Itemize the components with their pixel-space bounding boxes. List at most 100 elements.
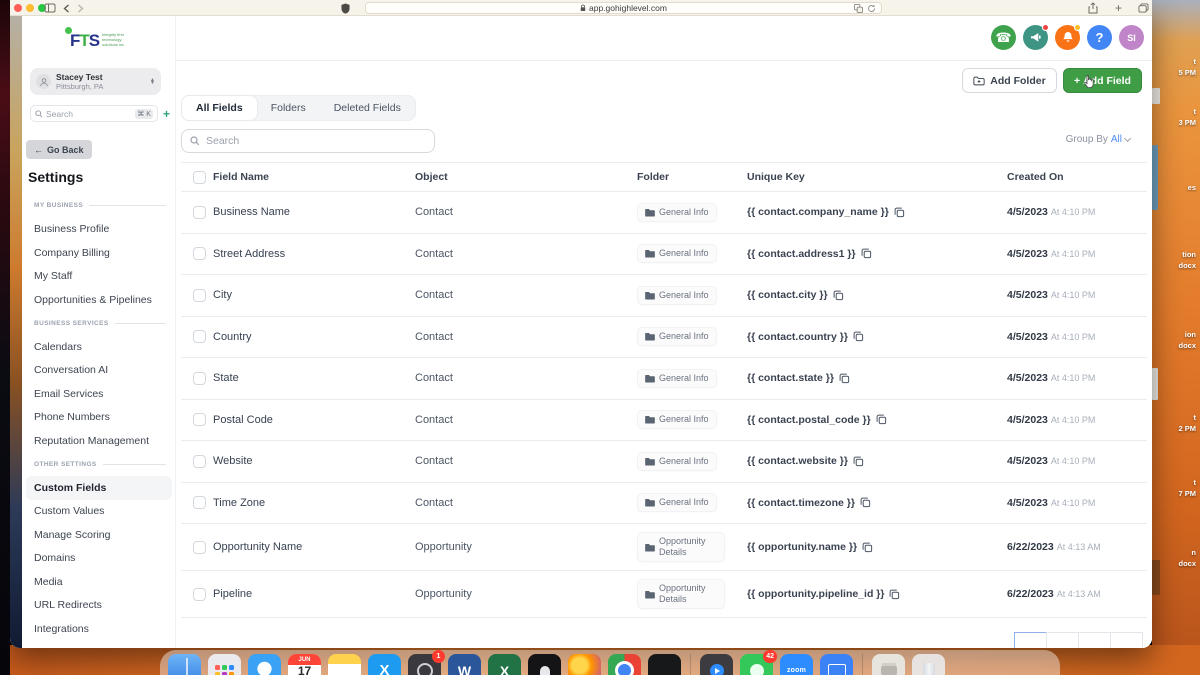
account-switcher[interactable]: Stacey Test Pittsburgh, PA ▲▼ (30, 68, 161, 95)
copy-icon[interactable] (839, 373, 850, 384)
back-icon[interactable] (63, 1, 70, 15)
sidebar-search-input[interactable]: Search ⌘ K (30, 105, 158, 122)
add-folder-button[interactable]: Add Folder (962, 68, 1057, 93)
copy-icon[interactable] (894, 207, 905, 218)
tab-folders[interactable]: Folders (257, 96, 320, 120)
share-icon[interactable] (1088, 1, 1098, 15)
row-checkbox[interactable] (193, 330, 206, 343)
go-back-button[interactable]: ← Go Back (26, 140, 92, 159)
tab-overview-icon[interactable] (1138, 1, 1149, 15)
chevron-down-icon[interactable] (1124, 135, 1131, 142)
row-checkbox[interactable] (193, 496, 206, 509)
add-field-button[interactable]: + Add Field (1063, 68, 1142, 93)
desktop-file-icon[interactable] (1152, 145, 1158, 210)
table-row[interactable]: PipelineOpportunityOpportunity Details{{… (181, 571, 1147, 618)
pagination-cell[interactable] (1014, 632, 1047, 648)
sidebar-item-integrations[interactable]: Integrations (22, 617, 176, 641)
table-row[interactable]: Business NameContactGeneral Info{{ conta… (181, 192, 1147, 234)
sidebar-item-company-billing[interactable]: Company Billing (22, 241, 176, 265)
table-row[interactable]: CityContactGeneral Info{{ contact.city }… (181, 275, 1147, 317)
copy-icon[interactable] (876, 414, 887, 425)
close-window-icon[interactable] (14, 4, 22, 12)
phone-icon[interactable]: ☎ (991, 25, 1016, 50)
tab-deleted-fields[interactable]: Deleted Fields (320, 96, 415, 120)
dock-icon-records[interactable]: 1 (408, 654, 441, 675)
row-checkbox[interactable] (193, 372, 206, 385)
add-icon[interactable]: + (163, 107, 170, 121)
dock-icon-screenshare[interactable] (820, 654, 853, 675)
sidebar-item-opportunities-pipelines[interactable]: Opportunities & Pipelines (22, 288, 176, 312)
table-row[interactable]: Opportunity NameOpportunityOpportunity D… (181, 524, 1147, 571)
dock-icon-remote[interactable] (528, 654, 561, 675)
row-checkbox[interactable] (193, 206, 206, 219)
dock-icon-safari[interactable] (248, 654, 281, 675)
copy-icon[interactable] (833, 290, 844, 301)
sidebar-item-domains[interactable]: Domains (22, 547, 176, 571)
user-avatar[interactable]: SI (1119, 25, 1144, 50)
dock-icon-trash[interactable] (912, 654, 945, 675)
megaphone-icon[interactable] (1023, 25, 1048, 50)
sidebar-item-my-staff[interactable]: My Staff (22, 265, 176, 289)
new-tab-icon[interactable]: + (1115, 1, 1122, 15)
dock-icon-excel[interactable]: X (488, 654, 521, 675)
row-checkbox[interactable] (193, 289, 206, 302)
help-icon[interactable]: ? (1087, 25, 1112, 50)
desktop-file-icon[interactable] (1152, 560, 1160, 595)
desktop-file-icon[interactable] (1152, 88, 1160, 104)
copy-icon[interactable] (862, 542, 873, 553)
table-row[interactable]: Time ZoneContactGeneral Info{{ contact.t… (181, 483, 1147, 525)
forward-icon[interactable] (77, 1, 84, 15)
bell-icon[interactable] (1055, 25, 1080, 50)
address-bar[interactable]: app.gohighlevel.com (365, 2, 882, 14)
pagination-cell[interactable] (1078, 632, 1111, 648)
dock-icon-calendar[interactable]: JUN17 (288, 654, 321, 675)
fields-search-input[interactable]: Search (181, 129, 435, 153)
dock-icon-launchpad[interactable] (208, 654, 241, 675)
sidebar-item-business-profile[interactable]: Business Profile (22, 218, 176, 242)
sidebar-toggle-icon[interactable] (44, 1, 56, 15)
table-row[interactable]: WebsiteContactGeneral Info{{ contact.web… (181, 441, 1147, 483)
desktop-file-icon[interactable] (1152, 368, 1158, 400)
row-checkbox[interactable] (193, 541, 206, 554)
dock-icon-firefox[interactable] (568, 654, 601, 675)
sidebar-item-manage-scoring[interactable]: Manage Scoring (22, 523, 176, 547)
copy-icon[interactable] (853, 331, 864, 342)
minimize-window-icon[interactable] (26, 4, 34, 12)
select-all-checkbox[interactable] (193, 171, 206, 184)
sidebar-item-custom-values[interactable]: Custom Values (22, 500, 176, 524)
reload-icon[interactable] (867, 4, 876, 13)
dock-icon-chrome[interactable] (608, 654, 641, 675)
row-checkbox[interactable] (193, 247, 206, 260)
table-row[interactable]: Street AddressContactGeneral Info{{ cont… (181, 234, 1147, 276)
dock-icon-device[interactable] (648, 654, 681, 675)
sidebar-item-reputation-management[interactable]: Reputation Management (22, 429, 176, 453)
dock-icon-x[interactable]: X (368, 654, 401, 675)
window-controls[interactable] (14, 4, 46, 12)
copy-icon[interactable] (889, 589, 900, 600)
sidebar-item-media[interactable]: Media (22, 570, 176, 594)
copy-icon[interactable] (853, 456, 864, 467)
copy-icon[interactable] (860, 497, 871, 508)
copy-icon[interactable] (861, 248, 872, 259)
sidebar-item-url-redirects[interactable]: URL Redirects (22, 594, 176, 618)
dock-icon-zoom[interactable]: zoom (780, 654, 813, 675)
dock-icon-word[interactable]: W (448, 654, 481, 675)
sidebar-item-custom-fields[interactable]: Custom Fields (26, 476, 172, 500)
pagination-cell[interactable] (1046, 632, 1079, 648)
sidebar-item-email-services[interactable]: Email Services (22, 382, 176, 406)
sidebar-item-conversation-ai[interactable]: Conversation AI (22, 359, 176, 383)
dock-icon-printer[interactable] (872, 654, 905, 675)
group-by-value[interactable]: All (1111, 134, 1122, 145)
dock-icon-anydesk[interactable] (700, 654, 733, 675)
table-row[interactable]: CountryContactGeneral Info{{ contact.cou… (181, 317, 1147, 359)
pagination-cell[interactable] (1110, 632, 1143, 648)
dock-icon-finder[interactable] (168, 654, 201, 675)
row-checkbox[interactable] (193, 455, 206, 468)
tab-all-fields[interactable]: All Fields (182, 96, 257, 120)
table-row[interactable]: StateContactGeneral Info{{ contact.state… (181, 358, 1147, 400)
row-checkbox[interactable] (193, 588, 206, 601)
sidebar-item-phone-numbers[interactable]: Phone Numbers (22, 406, 176, 430)
translate-icon[interactable] (854, 4, 863, 13)
table-row[interactable]: Postal CodeContactGeneral Info{{ contact… (181, 400, 1147, 442)
dock-icon-facetime[interactable]: 42 (740, 654, 773, 675)
